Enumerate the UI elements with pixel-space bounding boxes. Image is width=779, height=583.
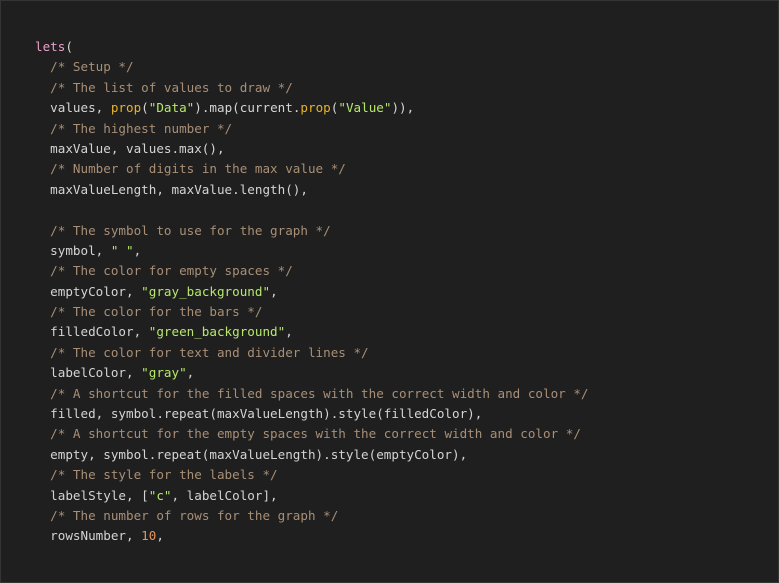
- code-line: values, prop("Data").map(current.prop("V…: [35, 98, 589, 118]
- code-line: /* The color for the bars */: [35, 302, 589, 322]
- code-token-text: (: [141, 100, 149, 116]
- code-line: maxValue, values.max(),: [35, 139, 589, 159]
- code-token-comment: /* Setup */: [50, 59, 134, 75]
- code-token-number: 10: [141, 528, 157, 544]
- blank-code-line: [35, 200, 589, 220]
- code-line: filledColor, "green_background",: [35, 322, 589, 342]
- code-line: /* The color for text and divider lines …: [35, 343, 589, 363]
- code-token-text: , labelColor],: [171, 487, 278, 503]
- code-line: /* The list of values to draw */: [35, 78, 589, 98]
- code-token-comment: /* The color for the bars */: [50, 304, 263, 320]
- code-token-func: prop: [110, 100, 142, 116]
- code-line: /* The highest number */: [35, 119, 589, 139]
- code-token-text: emptyColor,: [35, 283, 142, 299]
- code-token-keyword: lets: [35, 39, 66, 54]
- code-token-text: (: [65, 39, 73, 54]
- code-line: rowsNumber, 10,: [35, 526, 589, 546]
- code-token-string: " ": [110, 242, 134, 258]
- code-token-text: filledColor,: [35, 324, 149, 340]
- code-token-text: ,: [133, 242, 142, 258]
- code-line: lets(: [35, 37, 589, 57]
- code-token-comment: /* A shortcut for the empty spaces with …: [50, 426, 581, 442]
- code-token-comment: /* The symbol to use for the graph */: [50, 222, 331, 238]
- code-token-text: maxValue, values.max(),: [35, 140, 225, 156]
- code-token-func: prop: [300, 100, 331, 116]
- code-token-string: "gray_background": [141, 283, 271, 299]
- code-token-comment: /* The highest number */: [50, 120, 233, 136]
- code-line: empty, symbol.repeat(maxValueLength).sty…: [35, 445, 589, 465]
- code-token-text: symbol,: [35, 242, 111, 258]
- code-token-text: ).map(current.: [194, 100, 301, 116]
- code-line: /* A shortcut for the filled spaces with…: [35, 384, 589, 404]
- code-line: symbol, " ",: [35, 241, 589, 261]
- code-line: /* The color for empty spaces */: [35, 261, 589, 281]
- code-line: filled, symbol.repeat(maxValueLength).st…: [35, 404, 589, 424]
- code-token-string: "Data": [148, 100, 195, 116]
- code-token-comment: /* The style for the labels */: [50, 467, 278, 483]
- code-line: /* A shortcut for the empty spaces with …: [35, 424, 589, 444]
- code-token-comment: /* A shortcut for the filled spaces with…: [50, 385, 589, 401]
- code-block-panel: lets( /* Setup */ /* The list of values …: [0, 0, 779, 583]
- code-block[interactable]: lets( /* Setup */ /* The list of values …: [35, 37, 589, 547]
- code-token-text: rowsNumber,: [35, 528, 142, 544]
- code-line: emptyColor, "gray_background",: [35, 282, 589, 302]
- code-token-comment: /* The color for empty spaces */: [50, 263, 293, 279]
- code-token-text: labelStyle, [: [35, 487, 149, 503]
- code-token-text: ,: [285, 324, 293, 340]
- code-token-text: empty, symbol.repeat(maxValueLength).sty…: [35, 446, 468, 462]
- code-token-comment: /* Number of digits in the max value */: [50, 161, 346, 177]
- code-line: labelStyle, ["c", labelColor],: [35, 486, 589, 506]
- code-token-text: maxValueLength, maxValue.length(),: [35, 181, 308, 197]
- code-token-text: ,: [270, 283, 278, 299]
- code-token-text: labelColor,: [35, 365, 142, 381]
- code-token-string: "c": [148, 487, 172, 503]
- code-line: /* The number of rows for the graph */: [35, 506, 589, 526]
- code-line: maxValueLength, maxValue.length(),: [35, 180, 589, 200]
- code-line: /* The style for the labels */: [35, 465, 589, 485]
- code-line: labelColor, "gray",: [35, 363, 589, 383]
- code-token-string: "Value": [338, 100, 392, 116]
- code-token-text: values,: [35, 100, 111, 116]
- code-token-comment: /* The color for text and divider lines …: [50, 344, 369, 360]
- code-token-string: "green_background": [148, 324, 286, 340]
- code-line: /* Number of digits in the max value */: [35, 159, 589, 179]
- code-token-text: ,: [186, 365, 195, 381]
- code-line: /* The symbol to use for the graph */: [35, 221, 589, 241]
- code-token-text: )),: [391, 100, 415, 116]
- code-line: /* Setup */: [35, 57, 589, 77]
- code-token-text: filled, symbol.repeat(maxValueLength).st…: [35, 406, 483, 422]
- code-token-comment: /* The number of rows for the graph */: [50, 507, 339, 523]
- code-token-comment: /* The list of values to draw */: [50, 79, 293, 95]
- code-token-text: ,: [156, 528, 164, 544]
- code-token-string: "gray": [141, 365, 187, 381]
